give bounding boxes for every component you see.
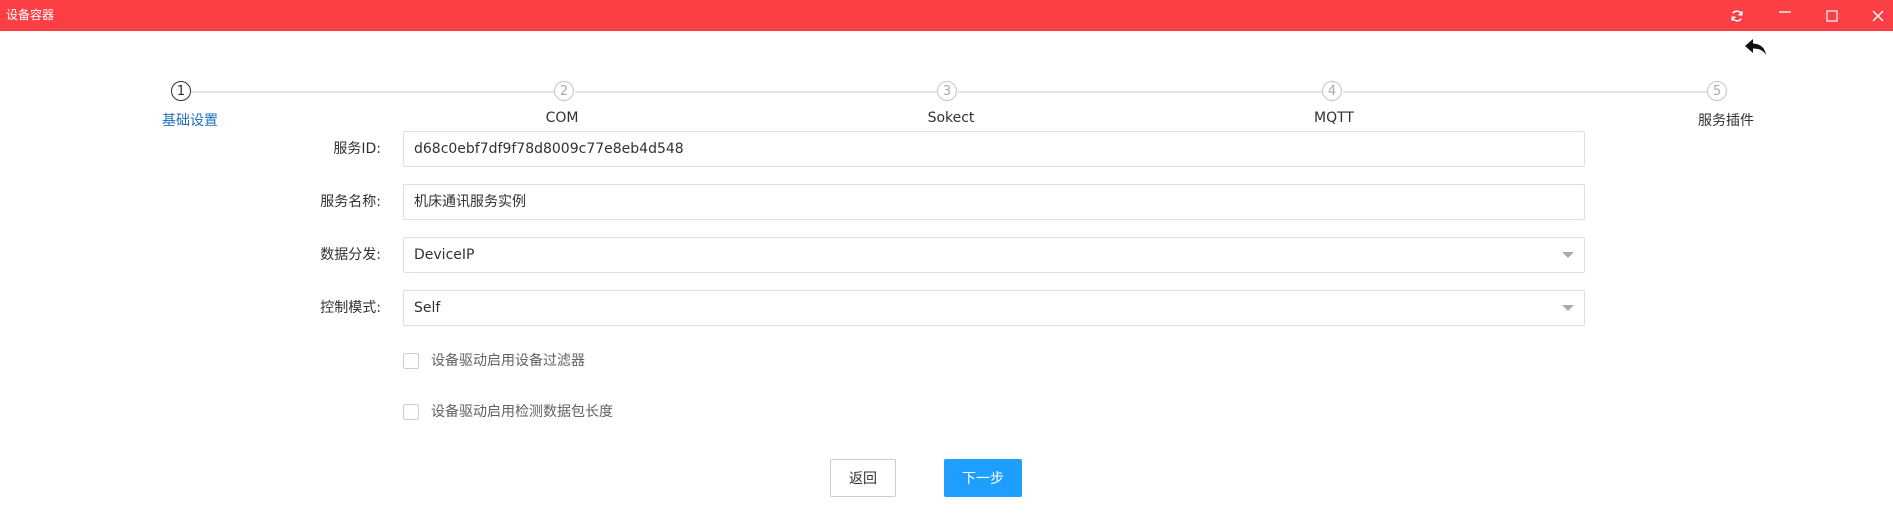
step-2-label: COM [545, 110, 579, 126]
step-5-label: 服务插件 [1698, 113, 1754, 129]
control-mode-select[interactable]: Self [403, 290, 1585, 326]
step-connector [575, 91, 937, 93]
next-step-button[interactable]: 下一步 [944, 459, 1022, 497]
close-button[interactable] [1858, 2, 1893, 30]
step-1-label: 基础设置 [162, 113, 218, 129]
control-mode-label: 控制模式: [320, 300, 381, 316]
control-mode-value: Self [414, 300, 441, 316]
dropdown-arrow-icon [1562, 305, 1574, 311]
service-name-input[interactable]: 机床通讯服务实例 [403, 184, 1585, 220]
refresh-icon [1731, 10, 1743, 22]
step-4-circle[interactable]: 4 [1322, 81, 1342, 101]
data-dispatch-label: 数据分发: [320, 247, 381, 263]
title-bar: 设备容器 [0, 0, 1893, 31]
minimize-button[interactable] [1765, 2, 1805, 30]
service-id-input[interactable]: d68c0ebf7df9f78d8009c77e8eb4d548 [403, 131, 1585, 167]
dropdown-arrow-icon [1562, 252, 1574, 258]
device-filter-checkbox-label[interactable]: 设备驱动启用设备过滤器 [431, 352, 585, 370]
maximize-button[interactable] [1812, 2, 1852, 30]
service-id-label: 服务ID: [333, 141, 381, 157]
back-arrow-button[interactable] [1741, 34, 1771, 60]
step-connector [191, 91, 554, 93]
undo-arrow-icon [1745, 39, 1766, 55]
step-connector [1343, 91, 1707, 93]
device-filter-checkbox[interactable] [403, 353, 419, 369]
minimize-icon [1779, 11, 1791, 13]
step-connector [958, 91, 1322, 93]
window-title: 设备容器 [6, 8, 55, 22]
packet-length-checkbox[interactable] [403, 404, 419, 420]
data-dispatch-select[interactable]: DeviceIP [403, 237, 1585, 273]
data-dispatch-value: DeviceIP [414, 247, 475, 263]
step-3-circle[interactable]: 3 [937, 81, 957, 101]
service-name-label: 服务名称: [320, 194, 381, 210]
back-button[interactable]: 返回 [830, 459, 896, 497]
step-4-label: MQTT [1314, 110, 1354, 126]
maximize-icon [1826, 10, 1838, 22]
close-icon [1872, 10, 1884, 22]
packet-length-checkbox-label[interactable]: 设备驱动启用检测数据包长度 [431, 403, 613, 421]
step-2-circle[interactable]: 2 [554, 81, 574, 101]
refresh-button[interactable] [1717, 2, 1757, 30]
step-3-label: Sokect [927, 110, 975, 126]
step-5-circle[interactable]: 5 [1707, 81, 1727, 101]
step-1-circle[interactable]: 1 [171, 81, 191, 101]
